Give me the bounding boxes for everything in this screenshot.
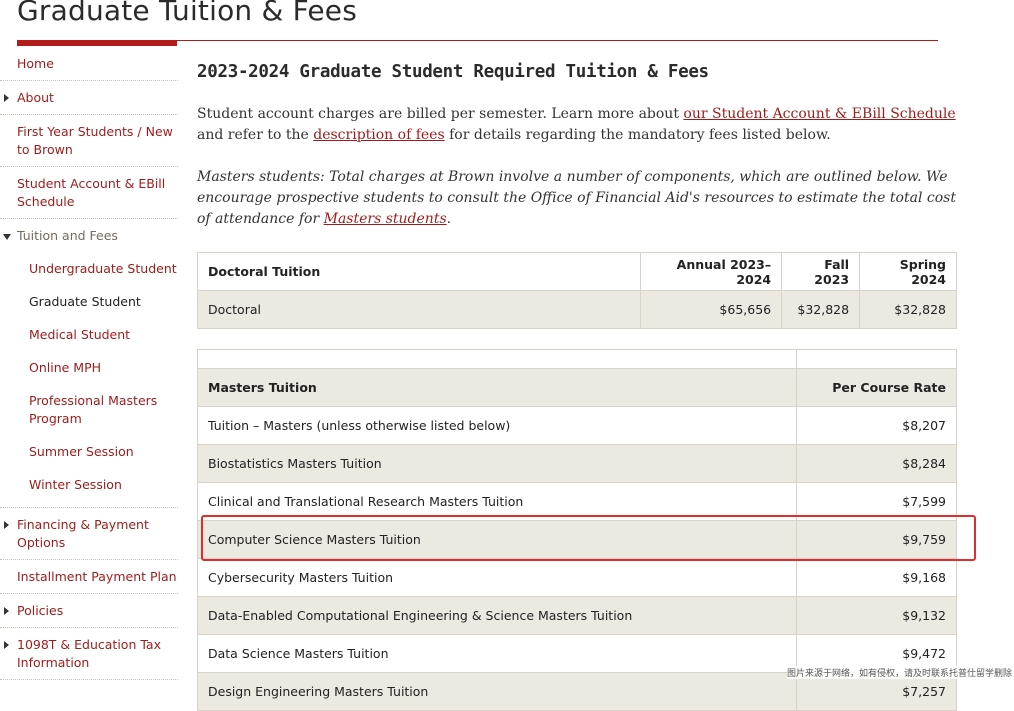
table-cell: $32,828 (859, 290, 957, 329)
table-cell: Tuition – Masters (unless otherwise list… (197, 406, 797, 445)
subnav-item-summer-session[interactable]: Summer Session (0, 435, 178, 468)
table-cell: $65,656 (640, 290, 783, 329)
sidebar-item-label: About (17, 90, 54, 105)
table-cell: Data-Enabled Computational Engineering &… (197, 596, 797, 635)
intro-text: for details regarding the mandatory fees… (444, 127, 831, 143)
table-header-row: Masters Tuition Per Course Rate (197, 368, 957, 407)
sidebar-nav: Home About First Year Students / New to … (0, 47, 178, 680)
table-row: Data-Enabled Computational Engineering &… (197, 596, 957, 635)
fees-description-link[interactable]: description of fees (313, 127, 444, 143)
doctoral-tuition-table: Doctoral Tuition Annual 2023–2024 Fall 2… (196, 252, 957, 329)
masters-students-link[interactable]: Masters students (324, 211, 447, 227)
section-heading: 2023-2024 Graduate Student Required Tuit… (197, 62, 709, 82)
sidebar-item-student-account[interactable]: Student Account & EBill Schedule (0, 167, 178, 219)
table-row-highlighted: Computer Science Masters Tuition $9,759 (197, 520, 957, 559)
table-cell: Doctoral (196, 290, 642, 329)
sidebar-item-installment-plan[interactable]: Installment Payment Plan (0, 560, 178, 594)
table-row: Cybersecurity Masters Tuition $9,168 (197, 558, 957, 597)
sidebar-item-label: 1098T & Education Tax Information (17, 637, 161, 670)
sidebar-item-label: Policies (17, 603, 64, 618)
subnav-item-medical[interactable]: Medical Student (0, 318, 178, 351)
page-title: Graduate Tuition & Fees (17, 0, 358, 27)
table-header-row: Doctoral Tuition Annual 2023–2024 Fall 2… (196, 252, 957, 291)
table-cell: Biostatistics Masters Tuition (197, 444, 797, 483)
table-cell: Data Science Masters Tuition (197, 634, 797, 673)
masters-note-end: . (446, 211, 452, 227)
subnav-item-undergraduate[interactable]: Undergraduate Student (0, 252, 178, 285)
caret-right-icon (4, 607, 9, 615)
sidebar-item-about[interactable]: About (0, 81, 178, 115)
table-header: Fall 2023 (781, 252, 861, 291)
intro-paragraph: Student account charges are billed per s… (197, 104, 957, 146)
title-accent-bar (17, 40, 177, 46)
subnav-item-winter-session[interactable]: Winter Session (0, 468, 178, 501)
table-cell: $9,759 (796, 520, 957, 559)
table-spacer-row (197, 349, 957, 369)
tuition-subnav: Undergraduate Student Graduate Student M… (0, 252, 178, 508)
table-cell: Design Engineering Masters Tuition (197, 672, 797, 711)
subnav-item-online-mph[interactable]: Online MPH (0, 351, 178, 384)
table-cell: $9,132 (796, 596, 957, 635)
sidebar-item-label: Tuition and Fees (17, 228, 118, 243)
table-cell: Cybersecurity Masters Tuition (197, 558, 797, 597)
sidebar-item-policies[interactable]: Policies (0, 594, 178, 628)
caret-down-icon (3, 234, 11, 240)
table-header: Per Course Rate (796, 368, 957, 407)
sidebar-item-label: Home (17, 56, 54, 71)
subnav-item-graduate[interactable]: Graduate Student (0, 285, 178, 318)
masters-note-text: Masters students: Total charges at Brown… (197, 169, 956, 227)
sidebar-item-label: Financing & Payment Options (17, 517, 149, 550)
sidebar-item-home[interactable]: Home (0, 47, 178, 81)
caret-right-icon (4, 94, 9, 102)
sidebar-item-tuition-fees[interactable]: Tuition and Fees (0, 219, 178, 252)
table-header: Doctoral Tuition (196, 252, 642, 291)
ebill-schedule-link[interactable]: our Student Account & EBill Schedule (683, 106, 955, 122)
intro-text: Student account charges are billed per s… (197, 106, 684, 122)
sidebar-item-first-year-students[interactable]: First Year Students / New to Brown (0, 115, 178, 167)
masters-tuition-table: Masters Tuition Per Course Rate Tuition … (197, 349, 957, 711)
watermark-text: 图片来源于网络，如有侵权，请及时联系托普仕留学删除 (786, 666, 1012, 679)
table-header: Annual 2023–2024 (640, 252, 783, 291)
main-content: 2023-2024 Graduate Student Required Tuit… (196, 62, 957, 711)
caret-right-icon (4, 521, 9, 529)
table-cell: $32,828 (781, 290, 861, 329)
sidebar-item-label: First Year Students / New to Brown (17, 124, 173, 157)
table-cell: Computer Science Masters Tuition (197, 520, 797, 559)
intro-text: and refer to the (197, 127, 314, 143)
sidebar-item-financing[interactable]: Financing & Payment Options (0, 508, 178, 560)
table-row: Tuition – Masters (unless otherwise list… (197, 406, 957, 445)
subnav-item-professional-masters[interactable]: Professional Masters Program (0, 384, 178, 435)
caret-right-icon (4, 641, 9, 649)
sidebar-item-label: Student Account & EBill Schedule (17, 176, 166, 209)
table-row: Doctoral $65,656 $32,828 $32,828 (196, 290, 957, 329)
table-cell: $7,599 (796, 482, 957, 521)
sidebar-item-label: Installment Payment Plan (17, 569, 177, 584)
table-cell: Clinical and Translational Research Mast… (197, 482, 797, 521)
sidebar-item-1098t[interactable]: 1098T & Education Tax Information (0, 628, 178, 680)
table-cell: $9,168 (796, 558, 957, 597)
table-header: Masters Tuition (197, 368, 797, 407)
table-cell: $8,207 (796, 406, 957, 445)
table-header: Spring 2024 (859, 252, 957, 291)
masters-note-paragraph: Masters students: Total charges at Brown… (197, 167, 957, 230)
table-cell: $8,284 (796, 444, 957, 483)
table-row: Biostatistics Masters Tuition $8,284 (197, 444, 957, 483)
table-row: Clinical and Translational Research Mast… (197, 482, 957, 521)
